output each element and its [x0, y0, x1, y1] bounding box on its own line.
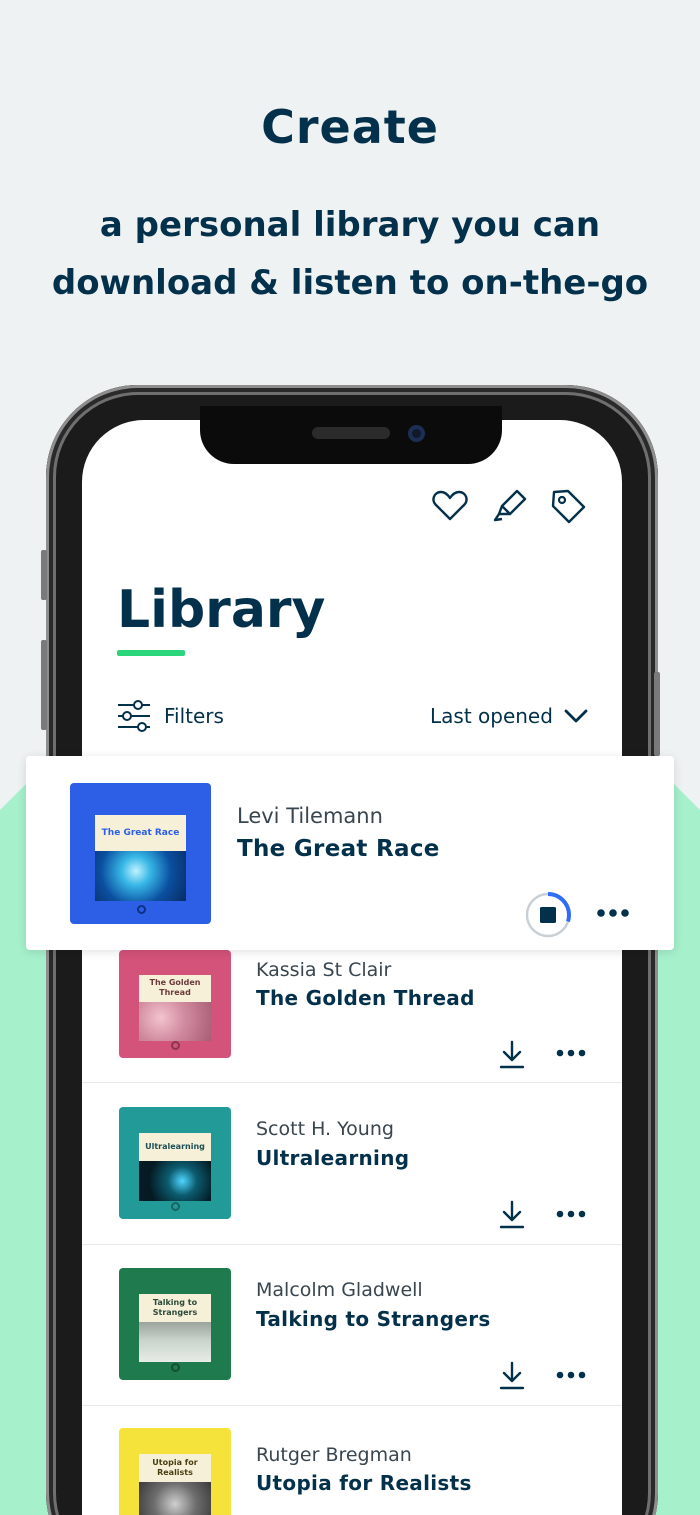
highlighter-icon[interactable]	[490, 486, 530, 526]
list-item[interactable]: Ultralearning Scott H. Young Ultralearni…	[82, 1084, 622, 1245]
download-icon[interactable]	[498, 1200, 526, 1230]
cover-label: The Golden Thread	[149, 978, 201, 998]
book-title: Talking to Strangers	[256, 1307, 491, 1331]
filters-button[interactable]: Filters	[116, 698, 224, 734]
book-title: Ultralearning	[256, 1146, 410, 1170]
more-options-icon[interactable]	[556, 1371, 586, 1379]
more-options-icon[interactable]	[556, 1049, 586, 1057]
heart-icon[interactable]	[430, 486, 470, 526]
now-playing-author: Levi Tilemann	[237, 804, 383, 828]
more-options-icon[interactable]	[556, 1210, 586, 1218]
now-playing-title: The Great Race	[237, 836, 440, 862]
cover-label: The Great Race	[101, 828, 180, 839]
more-options-icon[interactable]	[596, 908, 630, 918]
hero-title: Create	[261, 100, 439, 154]
book-author: Rutger Bregman	[256, 1444, 412, 1466]
cover-label: Ultralearning	[145, 1141, 205, 1151]
chevron-down-icon	[564, 709, 588, 723]
list-item[interactable]: Talking to Strangers Malcolm Gladwell Ta…	[82, 1245, 622, 1406]
stop-playback-icon[interactable]	[524, 891, 572, 939]
cover-label: Utopia for Realists	[152, 1457, 198, 1477]
phone-power-button	[654, 672, 660, 756]
cover-label: Talking to Strangers	[152, 1297, 198, 1317]
book-author: Malcolm Gladwell	[256, 1279, 423, 1301]
book-author: Scott H. Young	[256, 1118, 394, 1140]
sort-label: Last opened	[430, 704, 553, 728]
library-title-underline	[117, 650, 185, 656]
sliders-icon	[118, 700, 150, 732]
book-title: Utopia for Realists	[256, 1471, 472, 1495]
download-icon[interactable]	[498, 1361, 526, 1391]
book-cover: Utopia for Realists	[119, 1428, 231, 1515]
book-title: The Golden Thread	[256, 986, 475, 1010]
tag-icon[interactable]	[548, 486, 588, 526]
phone-volume-up	[41, 640, 47, 730]
phone-camera	[408, 425, 425, 442]
book-cover: The Great Race	[70, 783, 211, 924]
book-cover: Ultralearning	[119, 1107, 231, 1219]
hero-subtitle-line1: a personal library you can	[99, 205, 601, 245]
now-playing-card[interactable]: The Great Race Levi Tilemann The Great R…	[26, 756, 674, 950]
list-item[interactable]: Utopia for Realists Rutger Bregman Utopi…	[82, 1406, 622, 1515]
sort-dropdown[interactable]: Last opened	[430, 698, 589, 734]
filters-label: Filters	[164, 704, 224, 728]
hero-subtitle-line2: download & listen to on-the-go	[51, 263, 649, 303]
phone-speaker	[312, 427, 390, 439]
book-cover: The Golden Thread	[119, 950, 231, 1058]
library-title: Library	[117, 580, 326, 640]
book-cover: Talking to Strangers	[119, 1268, 231, 1380]
phone-side-button	[41, 550, 47, 600]
hero-subtitle: a personal library you can download & li…	[0, 196, 700, 312]
book-author: Kassia St Clair	[256, 959, 392, 981]
download-icon[interactable]	[498, 1040, 526, 1070]
